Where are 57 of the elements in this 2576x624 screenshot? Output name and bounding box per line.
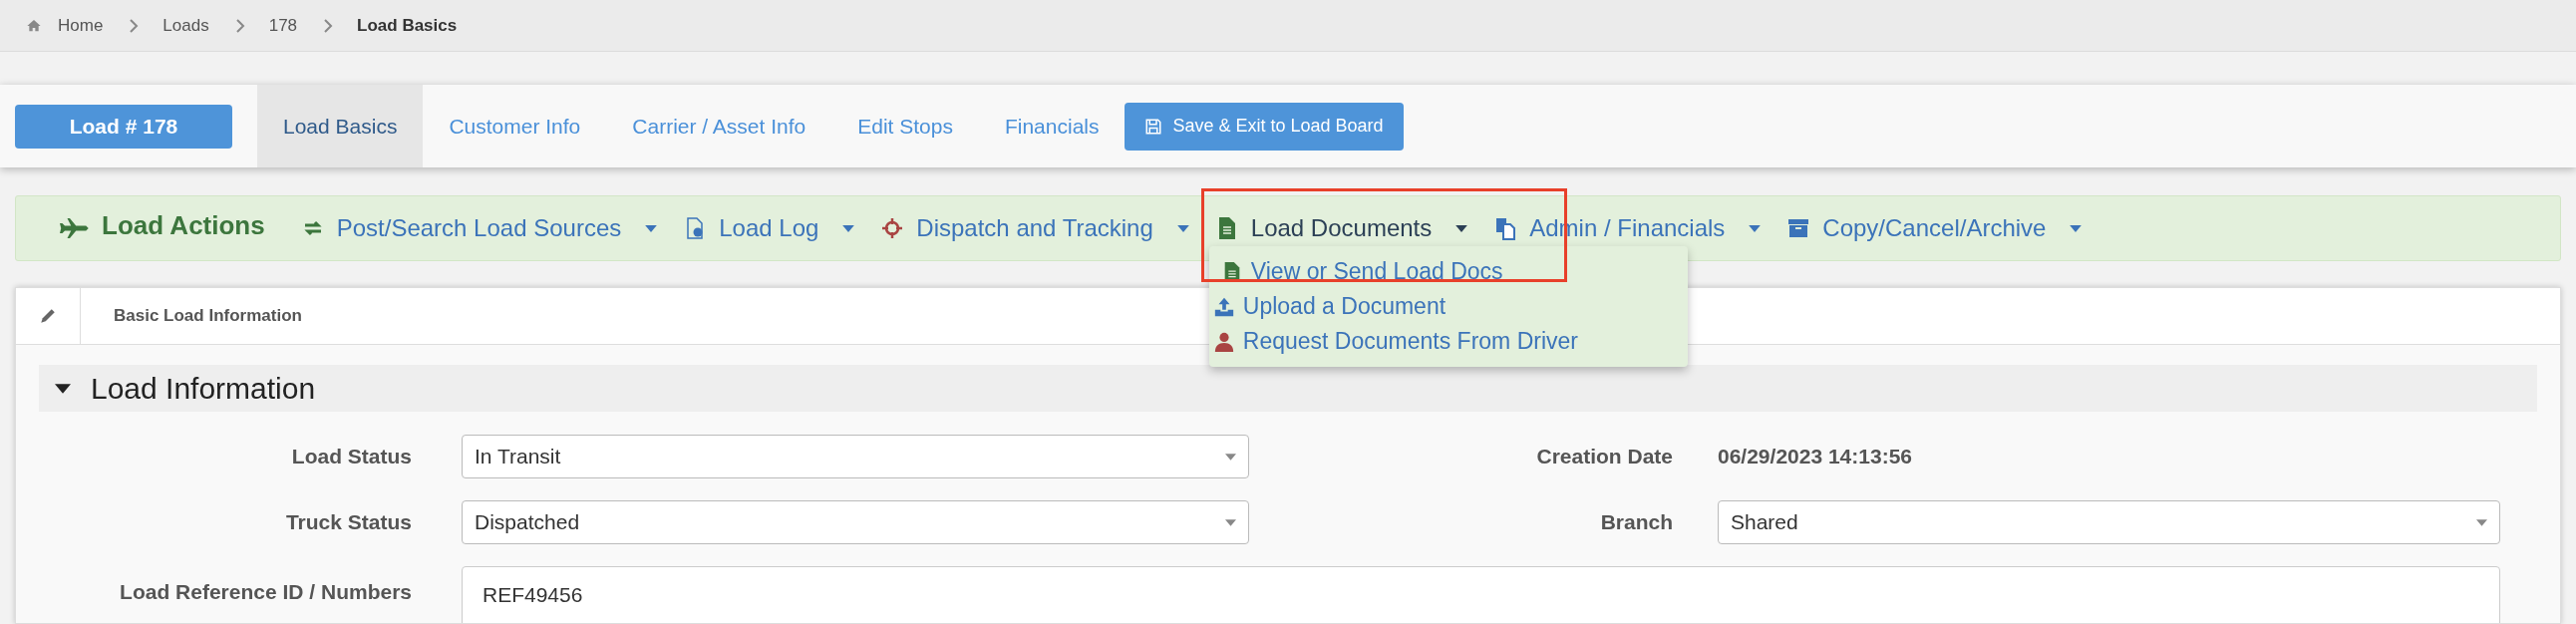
- caret-icon: [842, 224, 855, 232]
- save-exit-button[interactable]: Save & Exit to Load Board: [1125, 102, 1404, 151]
- tab[interactable]: Carrier / Asset Info: [606, 85, 832, 167]
- dropdown-arrow-icon: [1225, 518, 1236, 526]
- dropdown-arrow-icon: [1225, 453, 1236, 461]
- caret-icon: [1749, 224, 1762, 232]
- field-label: Branch: [1600, 509, 1673, 536]
- load-actions-title: Load Actions: [102, 208, 265, 242]
- dropdown-item[interactable]: View or Send Load Docs: [1208, 254, 1688, 289]
- breadcrumb-link[interactable]: Home: [58, 12, 104, 39]
- user-icon: [1212, 330, 1235, 353]
- chevron-icon: [234, 17, 245, 34]
- dropdown-item[interactable]: Request Documents From Driver: [1208, 324, 1688, 359]
- caret-icon: [2070, 224, 2083, 232]
- select-value: Shared: [1731, 509, 1798, 536]
- select-field[interactable]: Dispatched: [462, 500, 1249, 544]
- breadcrumb-link[interactable]: Load Basics: [357, 12, 458, 39]
- panel-title: Basic Load Information: [114, 305, 302, 328]
- action-menu[interactable]: Load Documents: [1214, 210, 1468, 246]
- action-menu[interactable]: Post/Search Load Sources: [300, 210, 658, 246]
- home-icon: [26, 17, 42, 34]
- airplane-icon: [60, 218, 90, 238]
- pencil-icon: [39, 307, 57, 325]
- breadcrumb-link[interactable]: Loads: [162, 12, 209, 39]
- archive-box-icon: [1786, 216, 1811, 240]
- caret-icon: [1176, 224, 1189, 232]
- select-field[interactable]: Shared: [1718, 500, 2500, 544]
- load-number-button[interactable]: Load # 178: [15, 104, 232, 149]
- select-value: Dispatched: [475, 509, 580, 536]
- dropdown-item[interactable]: Upload a Document: [1208, 289, 1688, 324]
- field-label: Load Status: [291, 444, 412, 470]
- upload-icon: [1212, 295, 1235, 318]
- field-label: Load Reference ID / Numbers: [120, 579, 412, 605]
- tab[interactable]: Load Basics: [257, 85, 424, 167]
- section-title: Load Information: [91, 371, 316, 407]
- section-header[interactable]: Load Information: [39, 365, 2537, 412]
- caret-icon: [1455, 224, 1468, 232]
- chevron-icon: [323, 17, 334, 34]
- select-value: In Transit: [475, 444, 561, 470]
- tab[interactable]: Customer Info: [423, 85, 607, 167]
- breadcrumb-link[interactable]: 178: [268, 12, 298, 39]
- crosshair-icon: [880, 216, 905, 240]
- dropdown-arrow-icon: [2476, 518, 2487, 526]
- select-field[interactable]: In Transit: [462, 435, 1249, 478]
- field-value: 06/29/2023 14:13:56: [1718, 444, 1913, 470]
- chevron-icon: [129, 17, 140, 34]
- copy-icon: [1493, 216, 1518, 240]
- tab[interactable]: Financials: [978, 85, 1126, 167]
- field-label: Creation Date: [1536, 444, 1673, 470]
- action-menu[interactable]: Copy/Cancel/Archive: [1786, 210, 2083, 246]
- action-menu[interactable]: Load Log: [683, 210, 855, 246]
- save-exit-label: Save & Exit to Load Board: [1172, 115, 1384, 138]
- action-menu[interactable]: Dispatch and Tracking: [880, 210, 1189, 246]
- tab[interactable]: Edit Stops: [831, 85, 979, 167]
- field-label: Truck Status: [285, 509, 412, 536]
- textarea-field[interactable]: REF49456: [462, 566, 2500, 623]
- caret-icon: [645, 224, 658, 232]
